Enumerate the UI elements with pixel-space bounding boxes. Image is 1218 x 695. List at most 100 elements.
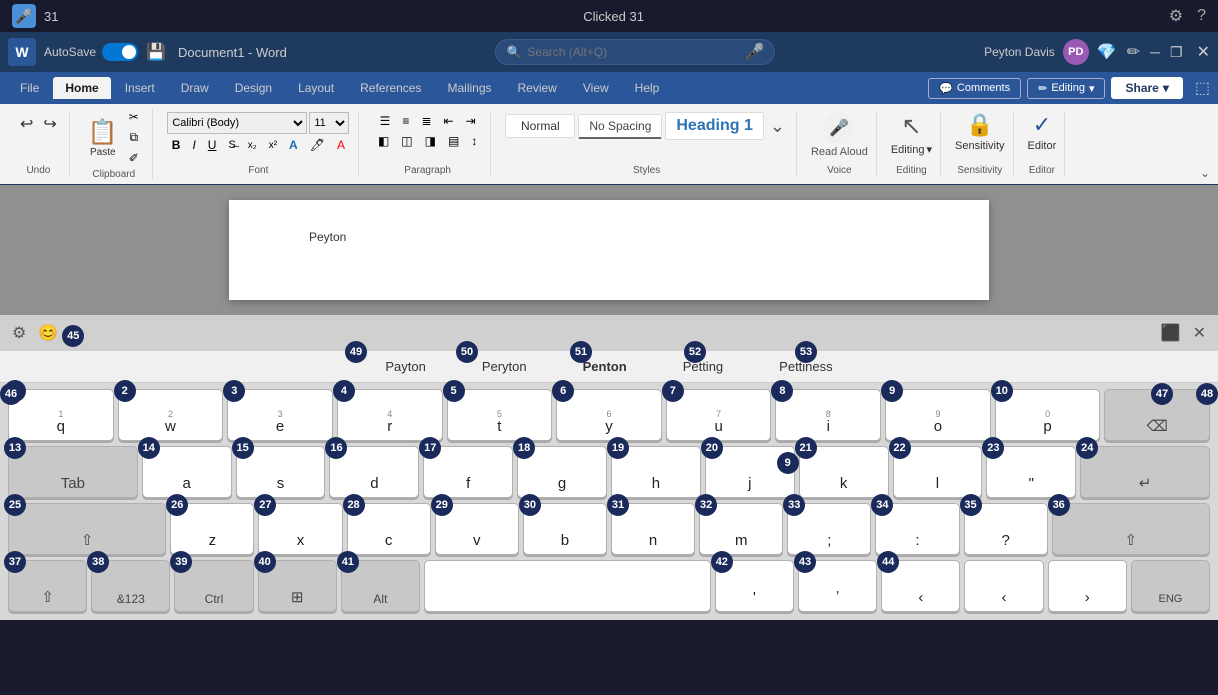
strikethrough-button[interactable]: S̶ (223, 137, 240, 153)
justify-button[interactable]: ▤ (443, 132, 464, 150)
bold-button[interactable]: B (167, 136, 186, 154)
pen-icon[interactable]: ✏ (1127, 42, 1140, 62)
key-b[interactable]: 30 b (523, 503, 607, 555)
key-c[interactable]: 28 c (347, 503, 431, 555)
key-question[interactable]: 35 ? (964, 503, 1048, 555)
key-10[interactable]: 10 0 p (995, 389, 1101, 441)
key-x[interactable]: 27 x (258, 503, 342, 555)
redo-button[interactable]: ↪ (39, 112, 60, 136)
decrease-indent-button[interactable]: ⇤ (439, 112, 459, 130)
italic-button[interactable]: I (187, 136, 200, 154)
key-k[interactable]: 21 k (799, 446, 889, 498)
key-j[interactable]: 20 9 j (705, 446, 795, 498)
key-eng[interactable]: ENG (1131, 560, 1210, 612)
tab-mailings[interactable]: Mailings (435, 77, 503, 99)
key-123[interactable]: 38 &123 (91, 560, 170, 612)
restore-button[interactable]: ❐ (1170, 44, 1183, 61)
key-8[interactable]: 8 8 i (775, 389, 881, 441)
font-size-select[interactable]: 11 (309, 112, 349, 134)
copy-button[interactable]: ⧉ (124, 128, 144, 147)
text-effects-button[interactable]: A (284, 136, 303, 154)
key-4[interactable]: 4 4 r (337, 389, 443, 441)
editing-button[interactable]: ✏ Editing ▾ (1027, 78, 1105, 99)
key-z[interactable]: 26 z (170, 503, 254, 555)
document-page[interactable]: Peyton (229, 200, 989, 300)
highlight-button[interactable]: 🖊 (305, 136, 330, 154)
key-quote[interactable]: 23 " (986, 446, 1076, 498)
editing-dropdown[interactable]: Editing ▾ (891, 143, 932, 156)
subscript-button[interactable]: x₂ (243, 138, 262, 153)
key-1[interactable]: 1 1 q (8, 389, 114, 441)
key-n[interactable]: 31 n (611, 503, 695, 555)
close-button[interactable]: ✕ (1197, 42, 1210, 62)
tab-file[interactable]: File (8, 77, 51, 99)
key-shift-right[interactable]: 36 ⇧ (1052, 503, 1210, 555)
key-win[interactable]: 40 ⊞ (258, 560, 337, 612)
style-normal[interactable]: Normal (505, 114, 575, 138)
user-avatar[interactable]: PD (1063, 39, 1089, 65)
tab-help[interactable]: Help (623, 77, 672, 99)
cut-button[interactable]: ✂ (124, 108, 144, 126)
key-2[interactable]: 2 2 w (118, 389, 224, 441)
tab-insert[interactable]: Insert (113, 77, 167, 99)
read-aloud-button[interactable]: Read Aloud (811, 146, 868, 158)
key-s[interactable]: 15 s (236, 446, 326, 498)
multi-level-button[interactable]: ≣ (416, 112, 436, 130)
tab-design[interactable]: Design (223, 77, 284, 99)
sensitivity-button[interactable]: 🔒 Sensitivity (955, 112, 1005, 152)
immersive-reader-icon[interactable]: ⬚ (1195, 78, 1210, 98)
editor-button[interactable]: ✓ Editor (1028, 112, 1057, 152)
search-box[interactable]: 🔍 🎤 (495, 39, 775, 65)
key-l[interactable]: 22 l (893, 446, 983, 498)
tab-layout[interactable]: Layout (286, 77, 346, 99)
align-left-button[interactable]: ◧ (373, 132, 394, 150)
styles-more-icon[interactable]: ⌄ (767, 116, 788, 137)
help-icon[interactable]: ? (1197, 7, 1206, 25)
bullet-list-button[interactable]: ☰ (375, 112, 396, 130)
dictate-button[interactable]: 🎤 (823, 112, 855, 144)
key-m[interactable]: 32 m (699, 503, 783, 555)
undo-button[interactable]: ↩ (16, 112, 37, 136)
search-input[interactable] (527, 45, 738, 59)
tab-view[interactable]: View (571, 77, 621, 99)
kb-settings-icon[interactable]: ⚙ (12, 323, 26, 343)
minimize-button[interactable]: ─ (1150, 44, 1160, 60)
kb-close-icon[interactable]: ✕ (1193, 323, 1206, 343)
share-button[interactable]: Share ▾ (1111, 77, 1182, 99)
increase-indent-button[interactable]: ⇥ (461, 112, 481, 130)
key-semicolon[interactable]: 33 ; (787, 503, 871, 555)
key-3[interactable]: 3 3 e (227, 389, 333, 441)
key-shift-extra[interactable]: 37 ⇧ (8, 560, 87, 612)
key-7[interactable]: 7 7 u (666, 389, 772, 441)
style-heading1[interactable]: Heading 1 (665, 112, 763, 140)
ribbon-expand-button[interactable]: ⌄ (1200, 166, 1210, 180)
suggestion-petting[interactable]: Petting (675, 357, 731, 376)
font-color-button[interactable]: A (332, 136, 350, 154)
align-center-button[interactable]: ◫ (396, 132, 417, 150)
key-f[interactable]: 17 f (423, 446, 513, 498)
key-apostrophe[interactable]: 42 ' (715, 560, 794, 612)
paste-button[interactable]: 📋 Paste (84, 114, 122, 162)
key-5[interactable]: 5 5 t (447, 389, 553, 441)
superscript-button[interactable]: x² (264, 138, 282, 153)
key-ctrl[interactable]: 39 Ctrl (174, 560, 253, 612)
suggestion-payton[interactable]: Payton (377, 357, 433, 376)
key-tab[interactable]: 13 Tab (8, 446, 138, 498)
key-colon[interactable]: 34 : (875, 503, 959, 555)
search-mic-icon[interactable]: 🎤 (745, 42, 765, 62)
key-alt[interactable]: 41 Alt (341, 560, 420, 612)
settings-icon[interactable]: ⚙ (1169, 6, 1183, 26)
key-arrow-left[interactable]: ‹ (964, 560, 1043, 612)
key-9[interactable]: 9 9 o (885, 389, 991, 441)
key-left-44[interactable]: 44 ‹ (881, 560, 960, 612)
style-no-spacing[interactable]: No Spacing (578, 114, 662, 139)
tab-review[interactable]: Review (506, 77, 569, 99)
key-d[interactable]: 16 d (329, 446, 419, 498)
kb-resize-icon[interactable]: ⬛ (1161, 323, 1181, 343)
align-right-button[interactable]: ◨ (420, 132, 441, 150)
key-a[interactable]: 14 a (142, 446, 232, 498)
key-arrow-right[interactable]: › (1048, 560, 1127, 612)
font-name-select[interactable]: Calibri (Body) (167, 112, 307, 134)
kb-emoji-icon[interactable]: 😊 (38, 323, 58, 343)
line-spacing-button[interactable]: ↕ (466, 132, 482, 150)
